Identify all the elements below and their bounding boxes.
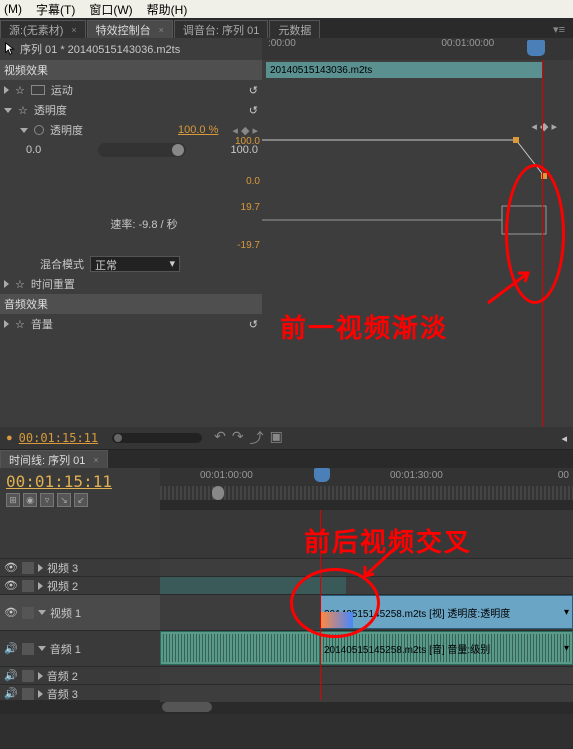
track-a2[interactable] [160,666,573,684]
eye-icon[interactable]: 👁 [4,562,18,574]
lock-icon[interactable] [22,562,34,574]
audio-effects-header[interactable]: 音频效果 [0,294,262,314]
clip-fade[interactable] [160,577,346,595]
tool-icon[interactable]: ↙ [74,493,88,507]
fx-graph-area[interactable]: 20140515143036.m2ts ◂ ◆ ▸ 100.0 0.0 19.7… [262,60,573,428]
lock-icon[interactable] [22,670,34,682]
fx-footer: ● 00:01:15:11 ↶ ↷ ⤴ ▣ ◂ [0,427,573,449]
tab-source[interactable]: 源:(无素材)× [0,20,86,38]
timeline-tabs: 时间线: 序列 01× [0,450,573,468]
tool-icon[interactable]: ↶ [214,428,226,448]
track-a1[interactable]: 20140515145258.m2ts [音] 音量:级别▾ [160,630,573,666]
work-area-handle[interactable] [212,486,224,500]
lock-icon[interactable] [22,607,34,619]
track-header-v3[interactable]: 👁视频 3 [0,558,160,576]
menu-help[interactable]: 帮助(H) [147,1,188,18]
menu-subtitle[interactable]: 字幕(T) [36,1,75,18]
menu-window[interactable]: 窗口(W) [89,1,132,18]
opacity-slider[interactable] [98,143,186,157]
fx-time-ruler[interactable]: :00:0000:01:00:00 [262,38,573,60]
zoom-slider[interactable] [112,433,202,443]
panel-menu-icon[interactable]: ▾≡ [545,21,573,38]
clip-audio[interactable]: 20140515145258.m2ts [音] 音量:级别▾ [320,631,573,665]
eye-icon[interactable]: 👁 [4,607,18,619]
timeline-timecode[interactable]: 00:01:15:11 [6,472,154,491]
clip-video[interactable]: 20140515145258.m2ts [视] 透明度:透明度▾ [320,595,573,629]
fx-opacity[interactable]: ☆ 透明度↺ [0,100,262,120]
snap-icon[interactable]: ⊞ [6,493,20,507]
menu-m[interactable]: (M) [4,2,22,16]
speaker-icon[interactable]: 🔊 [4,687,18,700]
timeline-playhead[interactable] [320,510,321,700]
panel-tabs: 源:(无素材)× 特效控制台× 调音台: 序列 01 元数据 ▾≡ [0,18,573,38]
timeline-content[interactable]: 20140515145258.m2ts [视] 透明度:透明度▾ 2014051… [160,510,573,700]
lock-icon[interactable] [22,580,34,592]
opacity-value[interactable]: 100.0 % [178,124,218,136]
fx-volume[interactable]: ☆ 音量↺ [0,314,262,334]
tool-icon[interactable]: ▣ [270,428,283,448]
playhead-line[interactable] [542,60,543,428]
marker-icon[interactable]: ◉ [23,493,37,507]
fx-property-tree: 视频效果 ☆ 运动↺ ☆ 透明度↺ 透明度 100.0 % ◂ ◆ ▸ 0.0 … [0,60,262,428]
speaker-icon[interactable]: 🔊 [4,669,18,682]
cursor-icon [4,42,16,56]
tool-icon[interactable]: ↘ [57,493,71,507]
track-header-a1[interactable]: 🔊音频 1 [0,630,160,666]
timeline-header-left: 00:01:15:11 ⊞ ◉ ▿ ↘ ↙ [0,468,160,510]
track-header-v2[interactable]: 👁视频 2 [0,576,160,594]
fx-opacity-param[interactable]: 透明度 100.0 % ◂ ◆ ▸ [0,120,262,140]
blend-mode-select[interactable]: 正常▾ [90,256,180,272]
effect-controls-panel: 源:(无素材)× 特效控制台× 调音台: 序列 01 元数据 ▾≡ 序列 01 … [0,18,573,450]
timeline-scrollbar[interactable] [0,700,573,714]
clip-title: 序列 01 * 20140515143036.m2ts [20,41,180,57]
blend-mode-row: 混合模式 正常▾ [0,254,262,274]
speaker-icon[interactable]: 🔊 [4,642,18,655]
annotation-arrow-2 [360,546,400,582]
track-header-a2[interactable]: 🔊音频 2 [0,666,160,684]
close-icon[interactable]: × [93,455,98,465]
timeline-ruler[interactable]: 00:01:00:00 00:01:30:00 00 [160,468,573,510]
tab-effect-controls[interactable]: 特效控制台× [87,20,173,38]
timeline-panel: 时间线: 序列 01× 00:01:15:11 ⊞ ◉ ▿ ↘ ↙ 00:01:… [0,450,573,748]
rate-label: 速率: -9.8 / 秒 [0,214,262,234]
work-area-bar[interactable] [160,486,573,500]
fx-timecode[interactable]: 00:01:15:11 [19,431,98,445]
lock-icon[interactable] [22,688,34,700]
track-v1[interactable]: 20140515145258.m2ts [视] 透明度:透明度▾ [160,594,573,630]
track-header-v1[interactable]: 👁视频 1 [0,594,160,630]
scroll-left-icon[interactable]: ◂ [561,432,567,445]
close-icon[interactable]: × [71,25,76,35]
opacity-slider-row: 0.0 100.0 [0,140,262,160]
annotation-arrow [483,268,533,308]
fx-time-remap[interactable]: ☆ 时间重置 [0,274,262,294]
menubar: (M) 字幕(T) 窗口(W) 帮助(H) [0,0,573,18]
tool-icon[interactable]: ▿ [40,493,54,507]
tab-audio-mixer[interactable]: 调音台: 序列 01 [174,20,268,38]
fx-subheader: 序列 01 * 20140515143036.m2ts :00:0000:01:… [0,38,573,60]
close-icon[interactable]: × [159,25,164,35]
clip-bar[interactable]: 20140515143036.m2ts [266,62,543,78]
keyframe-nav[interactable]: ◂ ◆ ▸ [531,120,557,133]
tab-metadata[interactable]: 元数据 [269,20,320,38]
tool-icon[interactable]: ↷ [232,428,244,448]
scroll-thumb[interactable] [162,702,212,712]
fx-motion[interactable]: ☆ 运动↺ [0,80,262,100]
eye-icon[interactable]: 👁 [4,580,18,592]
track-a3[interactable] [160,684,573,702]
lock-icon[interactable] [22,643,34,655]
track-headers: 👁视频 3 👁视频 2 👁视频 1 🔊音频 1 🔊音频 2 🔊音频 3 [0,510,160,700]
clip-thumbnail [321,612,353,628]
opacity-graph [262,136,573,256]
video-effects-header[interactable]: 视频效果 [0,60,262,80]
tool-icon[interactable]: ⤴ [250,428,264,448]
playhead-icon[interactable] [527,40,545,56]
clip-audio-prev[interactable] [160,631,320,665]
tab-timeline[interactable]: 时间线: 序列 01× [0,450,108,468]
playhead-marker[interactable] [314,468,330,482]
